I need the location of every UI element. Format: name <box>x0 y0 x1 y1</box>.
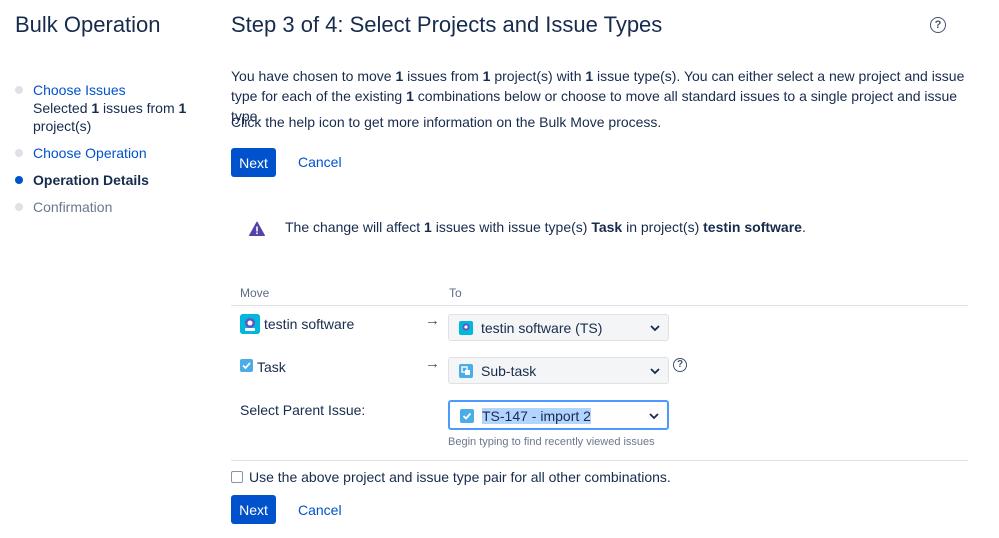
step-choose-operation-link[interactable]: Choose Operation <box>33 144 190 162</box>
step-confirmation-label: Confirmation <box>33 199 113 215</box>
use-above-checkbox[interactable] <box>231 471 243 483</box>
parent-issue-label: Select Parent Issue: <box>240 402 366 418</box>
parent-issue-select[interactable]: TS-147 - import 2 <box>448 400 669 430</box>
column-header-to: To <box>449 286 462 300</box>
subtask-icon <box>459 364 473 378</box>
step-dot <box>15 149 23 157</box>
column-header-move: Move <box>240 286 270 300</box>
parent-issue-hint: Begin typing to find recently viewed iss… <box>448 436 655 448</box>
sidebar-title: Bulk Operation <box>15 12 161 37</box>
task-icon <box>460 409 474 423</box>
step-choose-issues-link[interactable]: Choose Issues <box>33 81 190 99</box>
next-button-bottom[interactable]: Next <box>231 495 276 524</box>
arrow-right-icon: → <box>425 312 440 329</box>
step-choose-issues: Choose Issues Selected 1 issues from 1 p… <box>15 81 190 135</box>
step-operation-details: Operation Details <box>15 171 190 189</box>
chevron-down-icon <box>650 368 660 375</box>
cancel-link-bottom[interactable]: Cancel <box>298 502 342 518</box>
step-dot <box>15 203 23 211</box>
step-confirmation: Confirmation <box>15 198 190 216</box>
chevron-down-icon <box>649 413 659 420</box>
step-choose-operation: Choose Operation <box>15 144 190 162</box>
issue-type-select-value: Sub-task <box>481 363 537 379</box>
help-icon[interactable]: ? <box>930 17 946 33</box>
next-button-top[interactable]: Next <box>231 148 276 177</box>
table-divider <box>231 460 968 461</box>
cancel-link-top[interactable]: Cancel <box>298 154 342 170</box>
step-dot-active <box>15 176 23 184</box>
warning-icon <box>249 221 265 236</box>
task-icon <box>240 359 253 372</box>
warning-message: The change will affect 1 issues with iss… <box>285 219 806 235</box>
issue-type-select[interactable]: Sub-task <box>448 357 669 384</box>
project-select-value: testin software (TS) <box>481 320 603 336</box>
table-divider <box>231 305 968 306</box>
step-operation-details-label: Operation Details <box>33 172 149 188</box>
use-above-label[interactable]: Use the above project and issue type pai… <box>249 469 671 485</box>
project-avatar-icon <box>459 321 473 335</box>
arrow-right-icon: → <box>425 355 440 372</box>
chevron-down-icon <box>650 325 660 332</box>
help-icon[interactable]: ? <box>673 358 687 372</box>
step-choose-issues-summary: Selected 1 issues from 1 project(s) <box>33 100 187 134</box>
step-dot <box>15 86 23 94</box>
issue-type-from: Task <box>257 359 286 375</box>
parent-issue-select-value: TS-147 - import 2 <box>482 408 591 424</box>
project-select[interactable]: testin software (TS) <box>448 314 669 341</box>
project-from: testin software <box>264 316 355 332</box>
project-avatar-icon <box>240 314 260 334</box>
help-text: Click the help icon to get more informat… <box>231 114 662 130</box>
page-title: Step 3 of 4: Select Projects and Issue T… <box>231 12 663 37</box>
